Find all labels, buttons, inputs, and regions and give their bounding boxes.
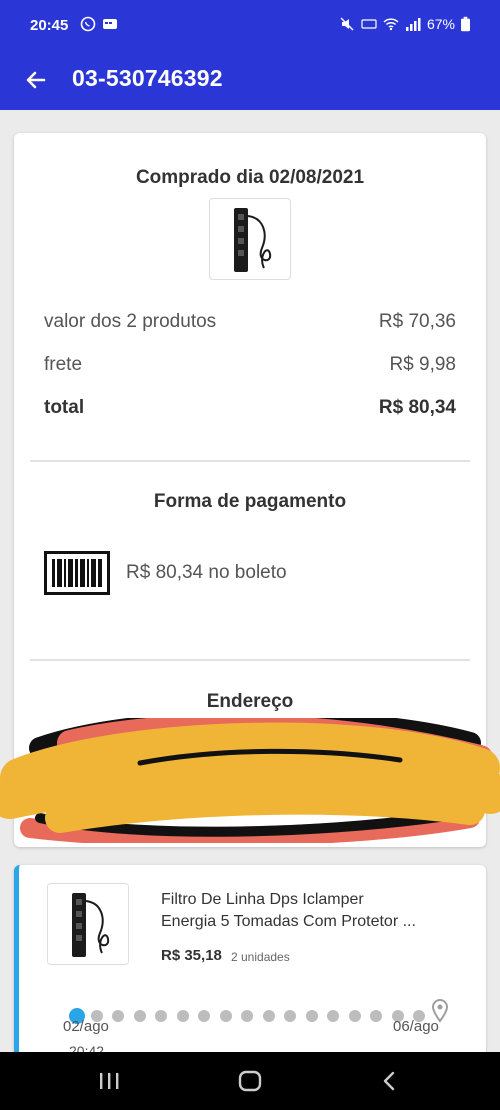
- arrow-back-icon: [26, 71, 46, 89]
- total-label: total: [44, 397, 85, 418]
- barcode-icon: [44, 551, 110, 595]
- tracking-step: [305, 1010, 318, 1022]
- order-summary-card: Comprado dia 02/08/2021 valor dos 2 prod…: [0, 133, 500, 847]
- purchase-date-title: Comprado dia 02/08/2021: [135, 167, 365, 188]
- power-strip-image: [72, 893, 110, 957]
- mute-icon: [340, 17, 354, 31]
- payment-text: R$ 80,34 no boleto: [126, 562, 287, 583]
- chevron-left-icon: [383, 1071, 395, 1091]
- battery-icon: [461, 16, 470, 32]
- home-button[interactable]: [235, 1066, 265, 1096]
- back-button[interactable]: [20, 64, 52, 96]
- signal-icon: [405, 18, 421, 31]
- volte-icon: [361, 19, 377, 29]
- shipping-amount: R$ 9,98: [389, 354, 456, 375]
- tracking-step: [348, 1010, 361, 1022]
- redacted-address-scribble: [0, 718, 500, 843]
- tracking-step: [155, 1010, 167, 1022]
- order-item-card[interactable]: Filtro De Linha Dps Iclamper Energia 5 T…: [14, 865, 486, 1065]
- tracking-start-date: 02/ago: [63, 1018, 109, 1035]
- tracking-step: [262, 1010, 275, 1022]
- item-quantity: 2 unidades: [231, 950, 290, 964]
- products-value-label: valor dos 2 produtos: [44, 311, 217, 332]
- tracking-step: [198, 1010, 210, 1022]
- back-nav-button[interactable]: [374, 1066, 404, 1096]
- recent-apps-icon: [100, 1073, 119, 1089]
- item-price: R$ 35,18: [161, 947, 222, 964]
- home-icon: [238, 1070, 262, 1092]
- tracking-step: [284, 1010, 296, 1022]
- item-name-line2: Energia 5 Tomadas Com Protetor ...: [161, 913, 416, 930]
- payment-title: Forma de pagamento: [153, 491, 347, 512]
- system-navigation-bar: [0, 1052, 500, 1110]
- divider: [30, 659, 470, 661]
- shipping-label: frete: [44, 354, 83, 375]
- page-title: 03-530746392: [72, 65, 223, 91]
- item-name-line1: Filtro De Linha Dps Iclamper: [161, 891, 364, 908]
- item-name[interactable]: Filtro De Linha Dps Iclamper Energia 5 T…: [161, 889, 471, 933]
- tracking-end-date: 06/ago: [393, 1018, 439, 1035]
- app-bar: 03-530746392: [0, 50, 500, 110]
- wifi-icon: [383, 18, 399, 31]
- shipping-row: frete R$ 9,98: [44, 354, 456, 376]
- payment-method: R$ 80,34 no boleto: [44, 551, 287, 595]
- products-value-row: valor dos 2 produtos R$ 70,36: [44, 311, 456, 333]
- address-title: Endereço: [206, 691, 294, 712]
- item-thumbnail[interactable]: [47, 883, 129, 965]
- total-amount: R$ 80,34: [378, 397, 456, 418]
- product-thumbnail[interactable]: [209, 198, 291, 280]
- tracking-step: [176, 1010, 189, 1022]
- tracking-step: [133, 1010, 146, 1022]
- battery-percent: 67%: [426, 16, 455, 32]
- message-icon: [103, 19, 117, 29]
- recent-apps-button[interactable]: [94, 1066, 124, 1096]
- products-value-amount: R$ 70,36: [378, 311, 456, 332]
- whatsapp-icon: [80, 16, 96, 32]
- total-row: total R$ 80,34: [44, 397, 456, 419]
- shipment-tracker: [69, 999, 449, 1025]
- status-time: 20:45: [30, 17, 69, 34]
- tracking-step: [370, 1010, 382, 1022]
- divider: [30, 460, 470, 462]
- power-strip-image: [234, 208, 272, 272]
- status-bar: 20:45 67%: [0, 0, 500, 50]
- tracking-step: [327, 1010, 339, 1022]
- tracking-step: [219, 1010, 232, 1022]
- tracking-step: [112, 1010, 124, 1022]
- tracking-step: [241, 1010, 253, 1022]
